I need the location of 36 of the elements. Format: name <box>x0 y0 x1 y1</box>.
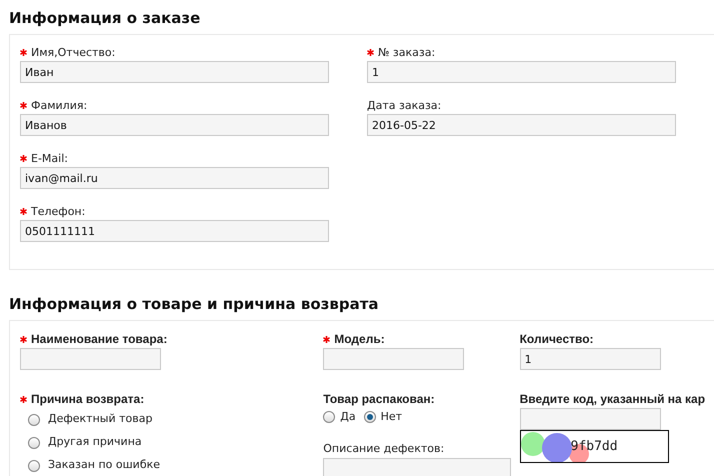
field-label: Телефон: <box>31 205 86 218</box>
field-label: E-Mail: <box>31 152 68 165</box>
input-field[interactable] <box>520 408 661 430</box>
section-title: Информация о товаре и причина возврата <box>9 294 380 315</box>
option-label[interactable]: Заказан по ошибке <box>48 457 160 474</box>
field-label: Модель: <box>334 333 385 346</box>
captcha-code: 9fb7dd <box>570 438 618 456</box>
field-label: Имя,Отчество: <box>31 46 116 59</box>
option-label[interactable]: Да <box>340 408 356 426</box>
section-title: Информация о заказе <box>9 8 202 29</box>
field-label: Причина возврата: <box>31 393 144 406</box>
input-field[interactable]: ivan@mail.ru <box>20 167 329 189</box>
radio-button[interactable] <box>28 436 40 448</box>
input-field[interactable]: 1 <box>367 61 676 83</box>
radio-button[interactable] <box>28 460 40 472</box>
radio-button[interactable] <box>28 414 40 426</box>
field-label: № заказа: <box>378 46 436 59</box>
input-field[interactable]: Иван <box>20 61 329 83</box>
input-field[interactable]: Иванов <box>20 114 329 136</box>
field-label: Наименование товара: <box>31 333 168 346</box>
field-label: Фамилия: <box>31 99 88 112</box>
field-label: Товар распакован: <box>323 393 435 406</box>
input-field[interactable]: 2016-05-22 <box>367 114 676 136</box>
field-label: Дата заказа: <box>367 99 442 112</box>
option-label[interactable]: Нет <box>380 408 402 426</box>
radio-button[interactable] <box>323 411 336 423</box>
field-label: Описание дефектов: <box>323 442 444 455</box>
option-label[interactable]: Другая причина <box>48 434 142 451</box>
option-label[interactable]: Дефектный товар <box>48 411 152 428</box>
field-label: Количество: <box>520 333 594 346</box>
radio-button[interactable] <box>364 411 376 423</box>
input-field[interactable]: 0501111111 <box>20 220 329 242</box>
input-field[interactable]: 1 <box>520 348 661 370</box>
input-field[interactable] <box>323 348 464 370</box>
input-field[interactable] <box>20 348 161 370</box>
field-label: Введите код, указанный на кар <box>520 393 706 406</box>
